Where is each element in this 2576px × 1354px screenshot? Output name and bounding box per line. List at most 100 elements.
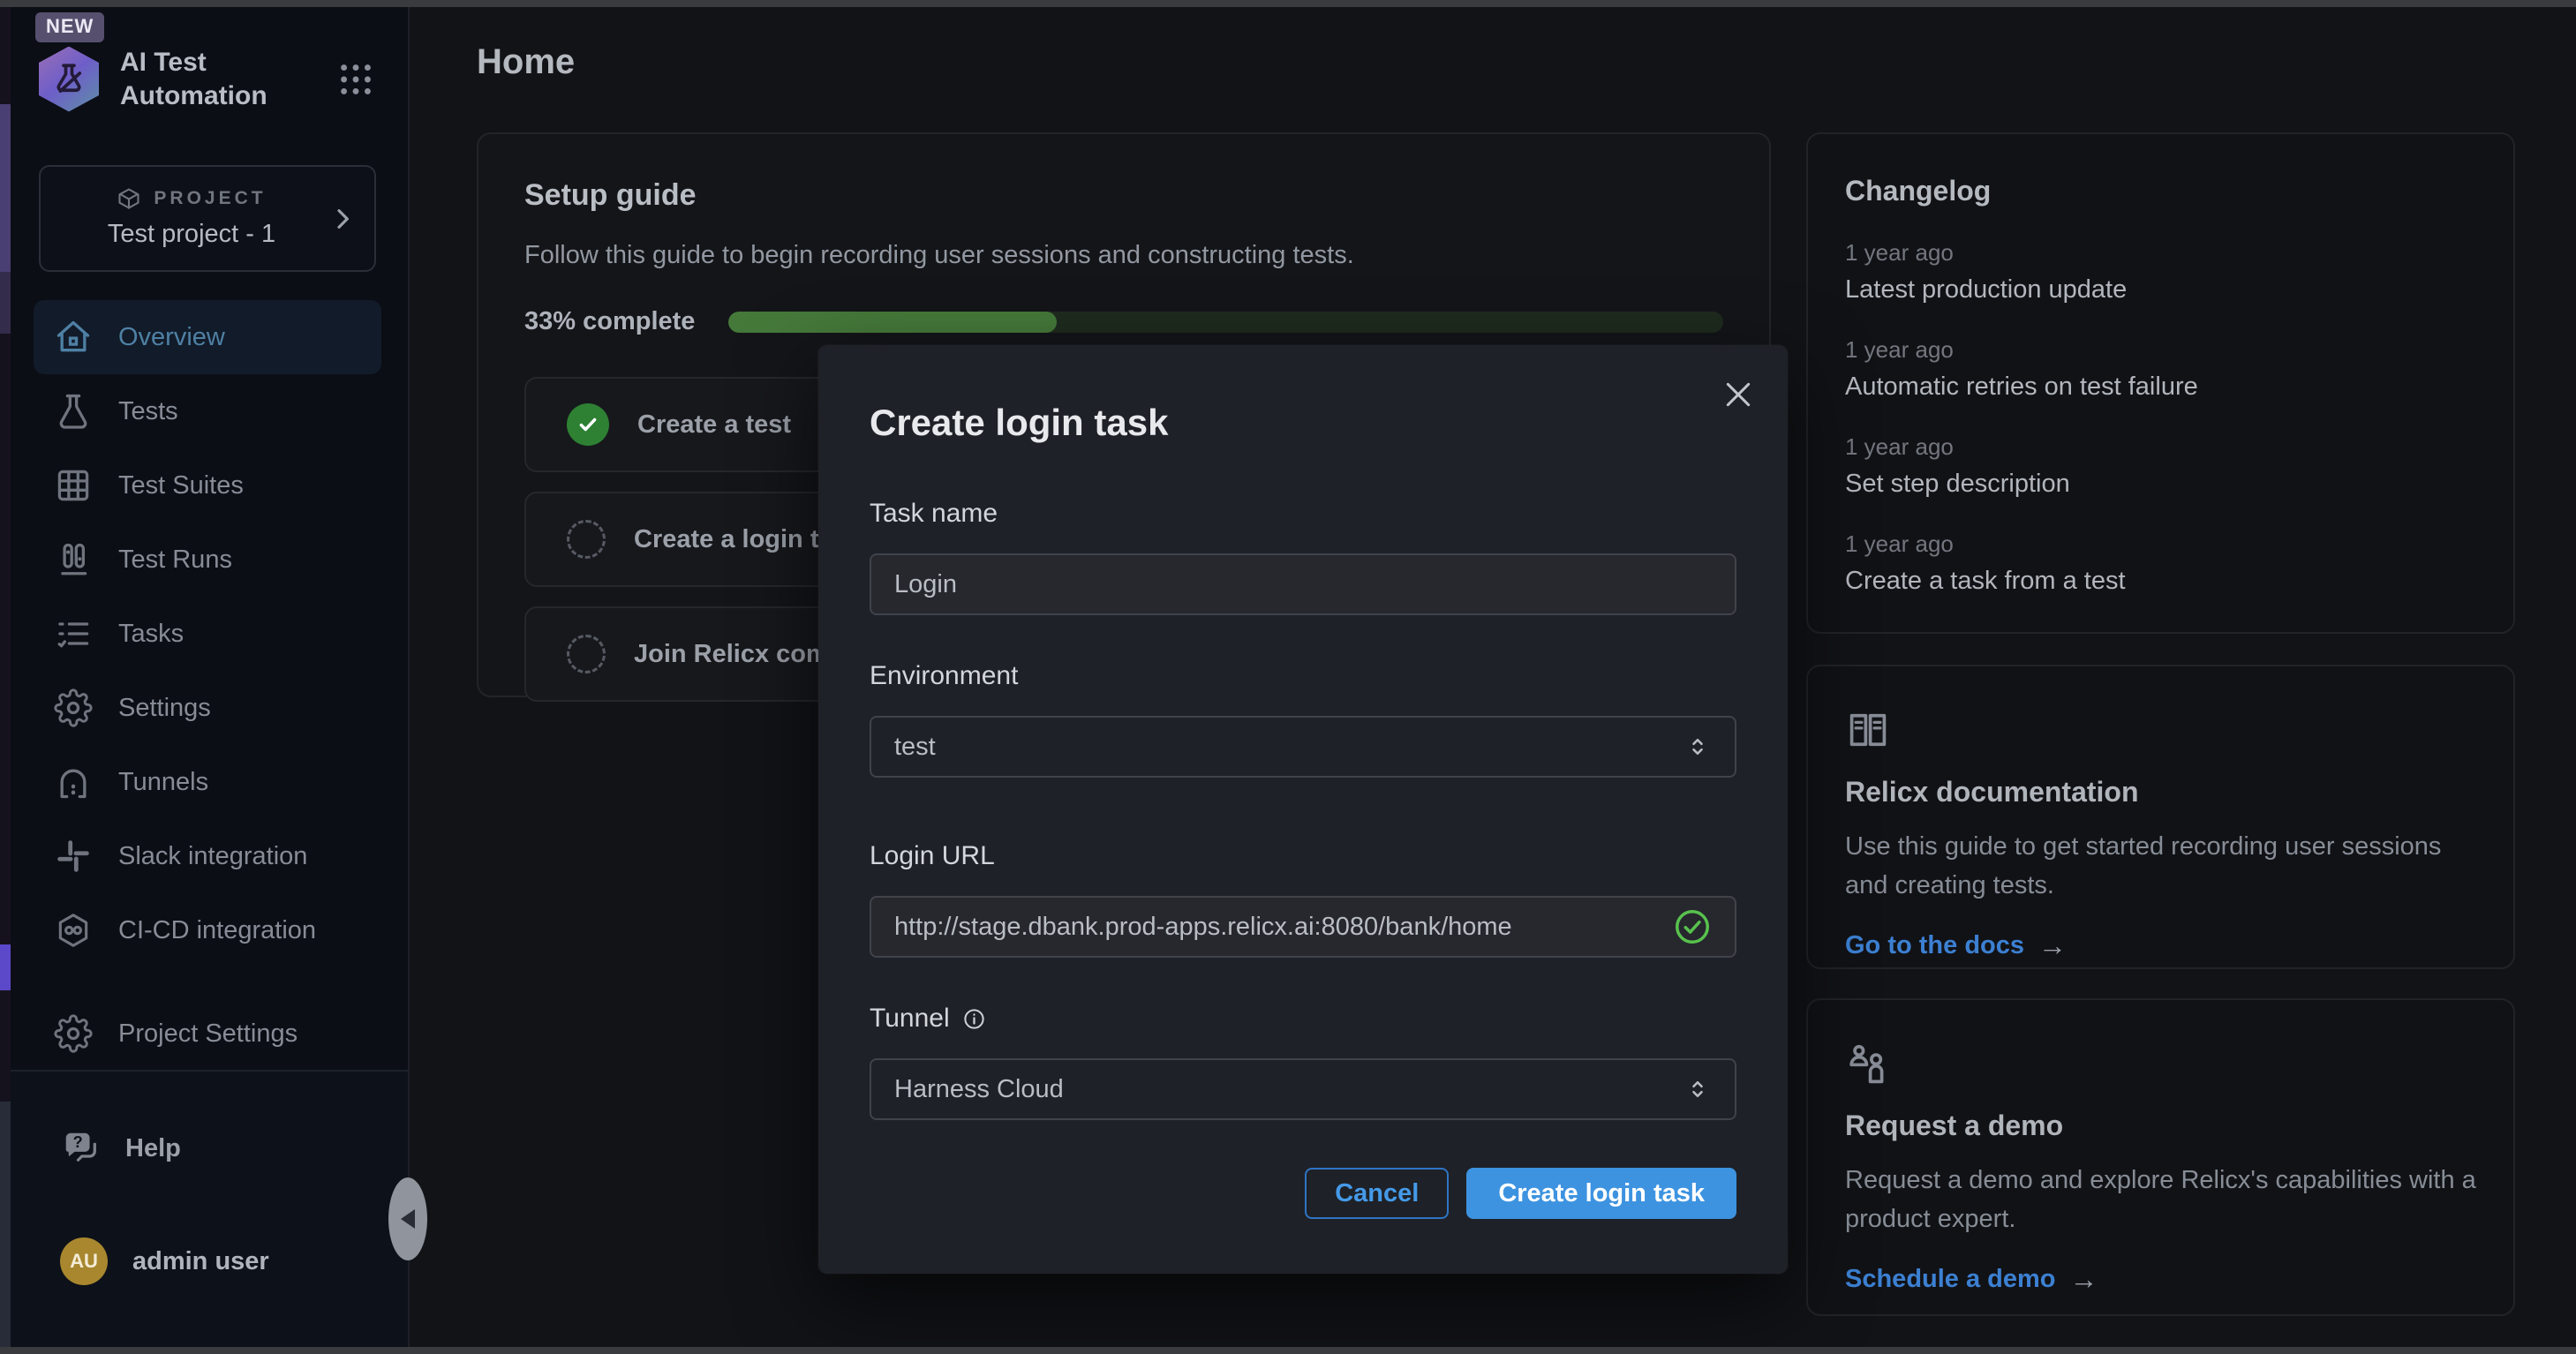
documentation-description: Use this guide to get started recording … <box>1845 828 2476 905</box>
changelog-card: Changelog 1 year ago Latest production u… <box>1806 132 2515 634</box>
changelog-entry-title: Create a task from a test <box>1845 567 2476 596</box>
task-name-label: Task name <box>870 499 1736 529</box>
tunnel-icon <box>53 762 94 802</box>
sidebar-item-test-runs[interactable]: Test Runs <box>34 523 381 597</box>
sidebar-item-settings[interactable]: Settings <box>34 671 381 745</box>
left-rail-accent <box>0 272 11 334</box>
test-runs-icon <box>53 539 94 580</box>
gear-icon <box>53 1013 94 1054</box>
app-header: NEW AI Test Automation <box>34 46 381 112</box>
new-badge: NEW <box>35 12 104 42</box>
sidebar-item-label: Tunnels <box>118 768 208 797</box>
chevron-left-icon <box>401 1209 415 1229</box>
user-name: admin user <box>132 1247 269 1276</box>
sidebar-collapse-handle[interactable] <box>388 1177 427 1260</box>
sidebar-item-slack-integration[interactable]: Slack integration <box>34 819 381 893</box>
sidebar: NEW AI Test Automation PROJECT Test proj… <box>11 7 410 1347</box>
app-title: AI Test Automation <box>120 46 309 112</box>
home-icon <box>53 317 94 357</box>
request-demo-title: Request a demo <box>1845 1110 2476 1142</box>
tunnel-label-text: Tunnel <box>870 1004 950 1034</box>
checklist-item-label: Create a test <box>637 410 791 440</box>
login-url-input[interactable]: http://stage.dbank.prod-apps.relicx.ai:8… <box>870 896 1736 958</box>
grid-table-icon <box>53 465 94 506</box>
cancel-button[interactable]: Cancel <box>1305 1168 1449 1219</box>
changelog-entry-title: Automatic retries on test failure <box>1845 372 2476 402</box>
close-icon[interactable] <box>1715 372 1761 417</box>
sidebar-item-label: Tests <box>118 397 178 426</box>
left-rail-accent <box>0 944 11 990</box>
flask-icon <box>53 391 94 432</box>
environment-select[interactable]: test <box>870 716 1736 778</box>
link-label: Go to the docs <box>1845 931 2024 960</box>
link-label: Schedule a demo <box>1845 1265 2056 1294</box>
changelog-entry: 1 year ago Latest production update <box>1845 239 2476 305</box>
tunnel-select[interactable]: Harness Cloud <box>870 1058 1736 1120</box>
sidebar-item-cicd-integration[interactable]: CI-CD integration <box>34 893 381 967</box>
sidebar-item-tasks[interactable]: Tasks <box>34 597 381 671</box>
sidebar-item-label: CI-CD integration <box>118 916 316 945</box>
arrow-right-icon: → <box>2038 929 2067 962</box>
progress-label: 33% complete <box>524 307 695 336</box>
sidebar-item-label: Project Settings <box>118 1019 298 1049</box>
modal-title: Create login task <box>870 402 1736 444</box>
task-name-value: Login <box>894 570 957 599</box>
request-demo-description: Request a demo and explore Relicx's capa… <box>1845 1162 2476 1238</box>
sidebar-item-label: Settings <box>118 694 211 723</box>
documentation-card: Relicx documentation Use this guide to g… <box>1806 665 2515 969</box>
sidebar-item-overview[interactable]: Overview <box>34 300 381 374</box>
flask-logo-icon <box>50 61 87 98</box>
sidebar-item-test-suites[interactable]: Test Suites <box>34 448 381 523</box>
help-button[interactable]: Help <box>60 1128 358 1169</box>
schedule-demo-link[interactable]: Schedule a demo → <box>1845 1263 2098 1296</box>
project-selector[interactable]: PROJECT Test project - 1 <box>39 165 376 272</box>
valid-check-icon <box>1673 907 1712 946</box>
setup-progress-bar <box>728 312 1723 333</box>
environment-value: test <box>894 733 936 762</box>
setup-guide-title: Setup guide <box>524 178 1723 213</box>
request-demo-card: Request a demo Request a demo and explor… <box>1806 998 2515 1316</box>
window-top-edge <box>0 0 2576 7</box>
changelog-entry: 1 year ago Create a task from a test <box>1845 530 2476 596</box>
changelog-entry-title: Latest production update <box>1845 275 2476 305</box>
sidebar-item-label: Tasks <box>118 620 184 649</box>
sidebar-item-tunnels[interactable]: Tunnels <box>34 745 381 819</box>
package-icon <box>117 186 141 211</box>
left-edge-rail <box>0 7 11 1347</box>
slack-icon <box>53 836 94 876</box>
sidebar-item-label: Test Suites <box>118 471 244 500</box>
task-name-input[interactable]: Login <box>870 553 1736 615</box>
sidebar-item-tests[interactable]: Tests <box>34 374 381 448</box>
sidebar-nav: Overview Tests Test Suites Test Runs Tas… <box>34 300 381 967</box>
app-logo <box>39 47 99 112</box>
window-bottom-edge <box>0 1347 2576 1354</box>
sidebar-item-project-settings[interactable]: Project Settings <box>34 1013 381 1054</box>
changelog-entry: 1 year ago Set step description <box>1845 433 2476 499</box>
list-icon <box>53 613 94 654</box>
empty-circle-icon <box>567 635 606 673</box>
login-url-label: Login URL <box>870 841 1736 871</box>
chevron-up-down-icon <box>1683 733 1712 761</box>
user-menu[interactable]: AU admin user <box>60 1237 358 1285</box>
info-icon[interactable] <box>962 1007 986 1031</box>
changelog-timestamp: 1 year ago <box>1845 239 2476 267</box>
app-switcher-grid-icon[interactable] <box>335 59 376 100</box>
login-url-value: http://stage.dbank.prod-apps.relicx.ai:8… <box>894 913 1512 942</box>
page-title: Home <box>477 42 575 82</box>
go-to-docs-link[interactable]: Go to the docs → <box>1845 929 2067 962</box>
project-label: PROJECT <box>154 188 266 209</box>
changelog-entry-title: Set step description <box>1845 470 2476 499</box>
tunnel-value: Harness Cloud <box>894 1075 1064 1104</box>
chevron-right-icon <box>328 205 357 233</box>
create-login-task-modal: Create login task Task name Login Enviro… <box>818 345 1788 1274</box>
create-login-task-button[interactable]: Create login task <box>1466 1168 1736 1219</box>
cicd-icon <box>53 910 94 951</box>
arrow-right-icon: → <box>2070 1263 2098 1296</box>
sidebar-item-label: Test Runs <box>118 545 232 575</box>
tunnel-label: Tunnel <box>870 1004 1736 1034</box>
empty-circle-icon <box>567 520 606 559</box>
changelog-title: Changelog <box>1845 175 2476 207</box>
avatar: AU <box>60 1237 108 1285</box>
sidebar-footer: Help AU admin user <box>11 1070 408 1347</box>
changelog-entry: 1 year ago Automatic retries on test fai… <box>1845 336 2476 402</box>
